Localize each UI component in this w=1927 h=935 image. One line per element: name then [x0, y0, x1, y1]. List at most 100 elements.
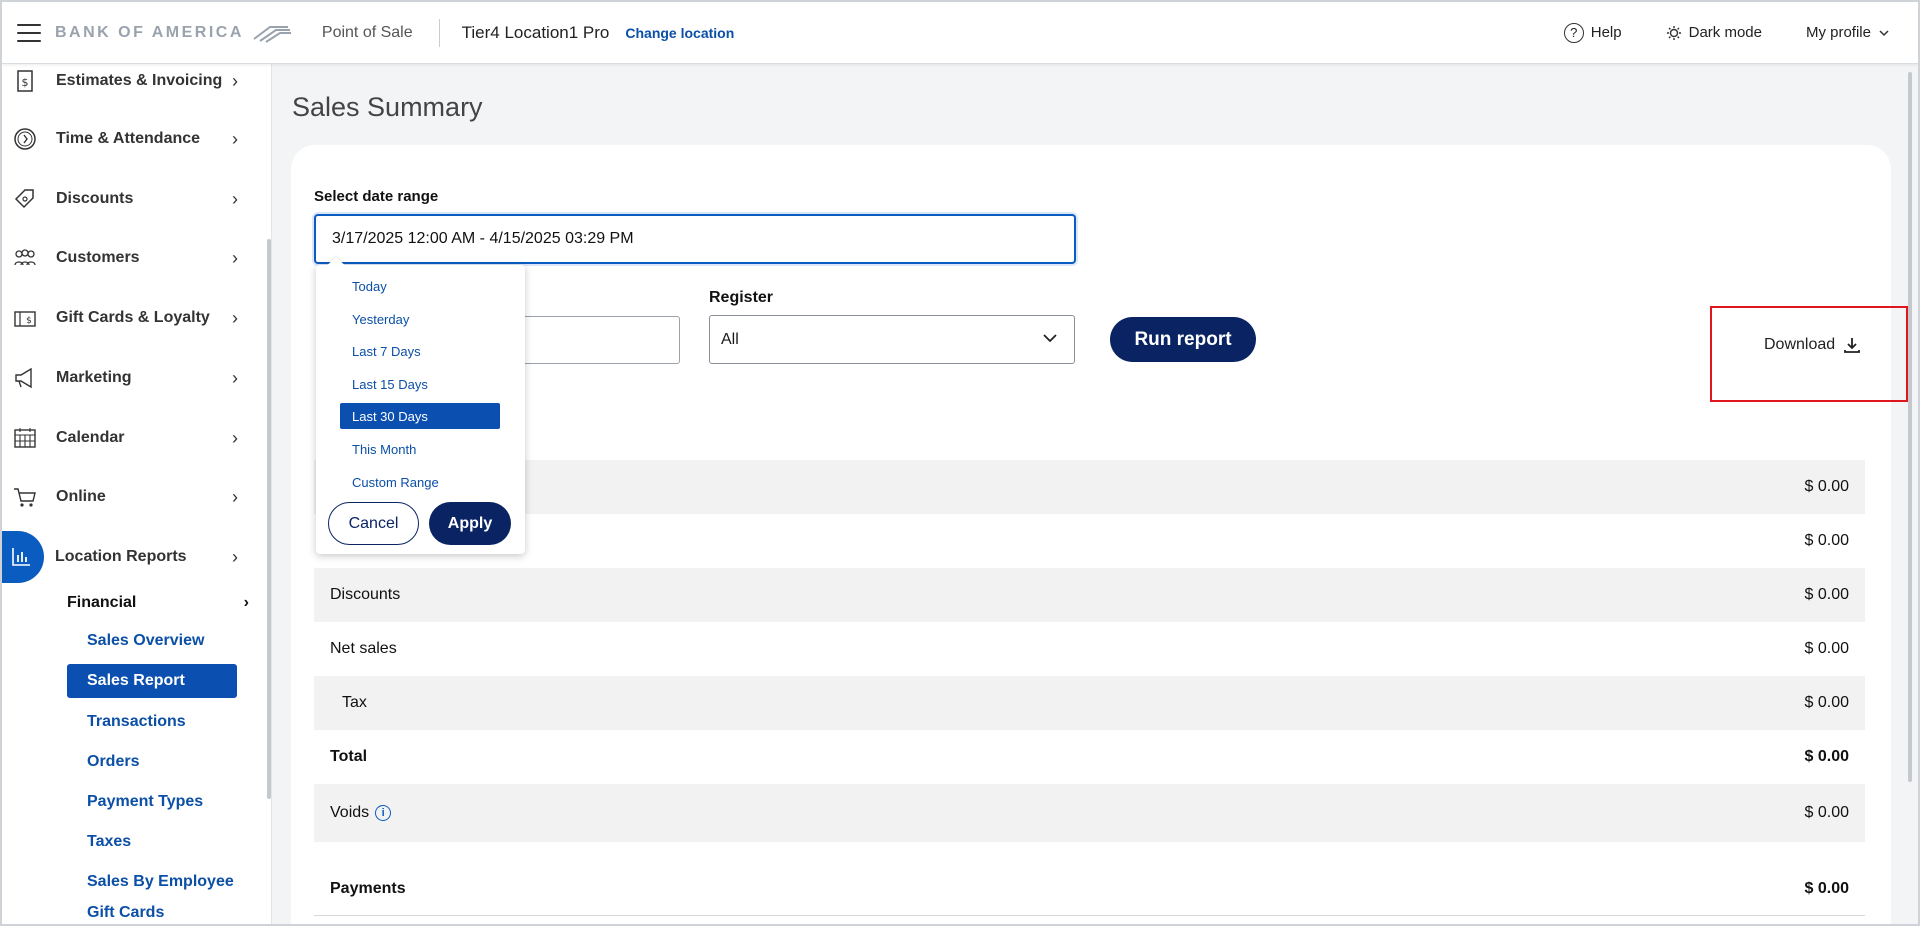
summary-row: $ 0.00: [314, 460, 1865, 514]
row-value: $ 0.00: [1804, 748, 1849, 765]
main-scrollbar[interactable]: [1908, 72, 1912, 782]
people-icon: [5, 238, 45, 278]
megaphone-icon: [5, 358, 45, 398]
download-label: Download: [1764, 336, 1836, 353]
page-title: Sales Summary: [292, 92, 483, 122]
range-option-last-30-days[interactable]: Last 30 Days: [340, 403, 500, 429]
range-option-last-7-days[interactable]: Last 7 Days: [340, 338, 500, 364]
sidebar-item-location-reports[interactable]: Location Reports ›: [2, 531, 264, 583]
header-divider: [438, 18, 440, 47]
row-label: Voids i: [330, 804, 392, 822]
sidebar-item-customers[interactable]: Customers ›: [2, 233, 264, 283]
sidebar-item-label: Discounts: [56, 190, 134, 207]
sidebar-item-discounts[interactable]: Discounts ›: [2, 174, 264, 224]
top-header: BANK OF AMERICA Point of Sale Tier4 Loca…: [2, 2, 1918, 64]
download-icon: [1844, 338, 1861, 353]
sidebar-sub-sales-report[interactable]: Sales Report: [67, 664, 237, 698]
sidebar-item-label: Calendar: [56, 429, 125, 446]
register-selected-value: All: [721, 330, 739, 348]
row-value: $ 0.00: [1804, 586, 1849, 603]
chevron-right-icon: ›: [232, 427, 238, 448]
cancel-button[interactable]: Cancel: [328, 502, 419, 545]
menu-icon[interactable]: [17, 23, 41, 42]
header-actions: ? Help Dark mode My profile: [1563, 22, 1890, 43]
sidebar-sub-payment-types[interactable]: Payment Types: [67, 785, 237, 819]
summary-row-payments: Payments $ 0.00: [314, 862, 1865, 916]
date-range-label: Select date range: [314, 188, 439, 205]
sidebar-item-calendar[interactable]: Calendar ›: [2, 413, 264, 463]
my-profile-menu[interactable]: My profile: [1806, 24, 1890, 41]
sidebar-item-label: Gift Cards & Loyalty: [56, 309, 210, 326]
app-name: Point of Sale: [321, 23, 413, 41]
range-option-yesterday[interactable]: Yesterday: [340, 306, 500, 332]
chevron-right-icon: ›: [243, 594, 249, 611]
sidebar-sub-orders[interactable]: Orders: [67, 745, 237, 779]
chevron-down-icon: [1879, 29, 1889, 36]
sidebar-item-label: Location Reports: [55, 548, 187, 565]
download-highlight-box: [1710, 306, 1908, 402]
sidebar-scrollbar[interactable]: [267, 239, 271, 799]
gift-card-icon: $: [5, 298, 45, 338]
row-value: $ 0.00: [1804, 804, 1849, 821]
cart-icon: [5, 477, 45, 517]
summary-row-total: Total $ 0.00: [314, 730, 1865, 784]
row-label: Discounts: [330, 586, 401, 603]
row-label: Net sales: [330, 640, 397, 657]
date-range-dropdown: Today Yesterday Last 7 Days Last 15 Days…: [316, 265, 525, 554]
row-value: $ 0.00: [1804, 880, 1849, 897]
change-location-link[interactable]: Change location: [625, 25, 734, 41]
sidebar-sub-taxes[interactable]: Taxes: [67, 825, 237, 859]
range-option-custom-range[interactable]: Custom Range: [340, 469, 500, 495]
row-value: $ 0.00: [1804, 532, 1849, 549]
bank-logo: BANK OF AMERICA: [55, 23, 292, 43]
sidebar-sub-sales-by-employee[interactable]: Sales By Employee: [67, 865, 237, 899]
sidebar-item-estimates-invoicing[interactable]: $ Estimates & Invoicing ›: [2, 64, 264, 106]
dark-mode-toggle[interactable]: Dark mode: [1666, 24, 1762, 41]
range-option-last-15-days[interactable]: Last 15 Days: [340, 371, 500, 397]
sidebar-item-time-attendance[interactable]: Time & Attendance ›: [2, 114, 264, 164]
help-icon: ?: [1563, 22, 1584, 43]
voids-label: Voids: [330, 804, 370, 821]
download-button[interactable]: Download: [1764, 336, 1861, 354]
invoice-icon: $: [5, 64, 45, 101]
chevron-right-icon: ›: [232, 486, 238, 507]
tag-icon: [5, 179, 45, 219]
sidebar-group-financial[interactable]: Financial ›: [67, 594, 249, 612]
sidebar-sub-sales-overview[interactable]: Sales Overview: [67, 624, 237, 658]
sidebar-item-label: Estimates & Invoicing: [56, 72, 223, 89]
row-label: Total: [330, 748, 368, 765]
clock-icon: [5, 119, 45, 159]
help-button[interactable]: ? Help: [1563, 22, 1622, 43]
chevron-right-icon: ›: [232, 367, 238, 388]
chevron-right-icon: ›: [232, 247, 238, 268]
sidebar-item-label: Marketing: [56, 369, 132, 386]
svg-text:$: $: [22, 76, 29, 89]
row-label: Payments: [330, 880, 406, 897]
sidebar-group-label: Financial: [67, 594, 137, 611]
date-range-input[interactable]: 3/17/2025 12:00 AM - 4/15/2025 03:29 PM: [314, 214, 1076, 264]
logo-text: BANK OF AMERICA: [55, 23, 244, 41]
chevron-right-icon: ›: [232, 307, 238, 328]
summary-row: $ 0.00: [314, 514, 1865, 568]
sidebar-item-gift-cards-loyalty[interactable]: $ Gift Cards & Loyalty ›: [2, 293, 264, 343]
help-label: Help: [1590, 24, 1622, 41]
apply-button[interactable]: Apply: [429, 502, 511, 545]
register-select[interactable]: All: [709, 315, 1075, 364]
range-option-this-month[interactable]: This Month: [340, 436, 500, 462]
chevron-right-icon: ›: [232, 128, 238, 149]
my-profile-label: My profile: [1805, 24, 1871, 41]
range-option-today[interactable]: Today: [340, 273, 500, 299]
sidebar-item-label: Customers: [56, 249, 140, 266]
sidebar-sub-gift-cards-summary[interactable]: Gift Cards Summary: [67, 904, 237, 924]
row-value: $ 0.00: [1804, 694, 1849, 711]
chevron-right-icon: ›: [232, 546, 238, 567]
sun-icon: [1666, 25, 1681, 40]
summary-row-voids: Voids i $ 0.00: [314, 784, 1865, 842]
run-report-button[interactable]: Run report: [1110, 317, 1256, 362]
divider: [314, 915, 1865, 916]
info-icon[interactable]: i: [375, 804, 392, 821]
sidebar-item-marketing[interactable]: Marketing ›: [2, 353, 264, 403]
sidebar-sub-transactions[interactable]: Transactions: [67, 705, 237, 739]
bar-chart-icon: [2, 531, 44, 583]
sidebar-item-online[interactable]: Online ›: [2, 472, 264, 522]
